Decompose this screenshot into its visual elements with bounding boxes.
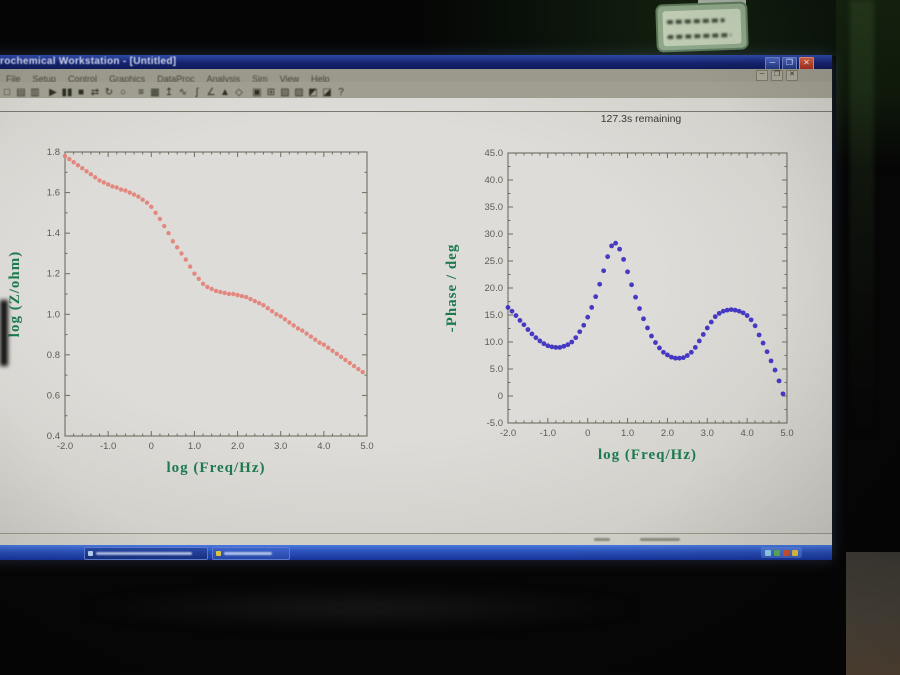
svg-text:1.4: 1.4 — [47, 228, 60, 239]
plot-frame — [507, 152, 788, 424]
svg-text:-5.0: -5.0 — [487, 418, 503, 429]
svg-text:1.0: 1.0 — [188, 441, 201, 452]
svg-text:10.0: 10.0 — [485, 337, 504, 348]
task-button-label-blur — [96, 552, 192, 555]
svg-text:15.0: 15.0 — [485, 310, 504, 321]
svg-text:25.0: 25.0 — [485, 256, 504, 267]
status-text-blur — [594, 538, 610, 541]
svg-text:1.8: 1.8 — [47, 147, 60, 158]
toolbar: □ ▤ ▥ ▶ ▮▮ ■ ⇄ ↻ ○ ≡ ▦ ↥ ∿ ∫ ∠ ▲ ◇ ▣ ⊞ ▧ ▨ ◩ ◪? — [0, 82, 832, 99]
svg-text:-1.0: -1.0 — [540, 428, 556, 439]
task-button-label-blur — [224, 552, 272, 555]
svg-text:0.8: 0.8 — [47, 350, 60, 361]
photo-artifact — [0, 300, 8, 366]
tick-labels: -2.0 -1.0 0 1.0 2.0 3.0 4.0 5.0 1.8 1.6 1.4 1.2 1.0 0… — [47, 147, 374, 452]
wall-reflection — [850, 0, 874, 440]
status-text-blur — [640, 538, 680, 541]
mdi-window-controls: ─ ❐ ✕ — [756, 70, 798, 81]
axis-ticks — [507, 152, 788, 424]
mdi-restore-button[interactable]: ❐ — [771, 70, 783, 81]
sticky-note-paper — [662, 8, 742, 47]
svg-text:0: 0 — [149, 441, 154, 452]
system-tray — [761, 547, 802, 558]
svg-text:1.0: 1.0 — [621, 428, 634, 439]
svg-text:2.0: 2.0 — [661, 428, 674, 439]
data-points — [505, 240, 786, 397]
svg-text:5.0: 5.0 — [360, 441, 373, 452]
svg-text:0: 0 — [498, 391, 503, 402]
svg-text:0.4: 0.4 — [47, 431, 60, 442]
data-points — [62, 153, 365, 375]
svg-text:-1.0: -1.0 — [100, 441, 116, 452]
app-icon — [88, 551, 93, 556]
wall-background — [0, 0, 900, 56]
x-axis-title: log (Freq/Hz) — [167, 460, 266, 476]
plot-frame — [64, 151, 368, 437]
svg-text:1.0: 1.0 — [47, 309, 60, 320]
security-icon[interactable] — [783, 549, 789, 556]
svg-text:1.6: 1.6 — [47, 188, 60, 199]
photo-of-monitor: rochemical Workstation - [Untitled] ─ ❐ … — [0, 0, 900, 675]
svg-text:35.0: 35.0 — [485, 202, 504, 213]
handwritten-sticky-note — [655, 1, 749, 53]
menu-bar: File Setup Control Graphics DataProc Analysis… — [0, 69, 832, 84]
svg-text:20.0: 20.0 — [485, 283, 504, 294]
svg-text:4.0: 4.0 — [317, 441, 330, 452]
bezel-reflection — [70, 586, 650, 630]
tick-labels: -2.0 -1.0 0 1.0 2.0 3.0 4.0 5.0 45.0 40.0 35.0 30.0… — [485, 148, 794, 439]
svg-text:4.0: 4.0 — [741, 428, 754, 439]
window-titlebar: rochemical Workstation - [Untitled] ─ ❐ … — [0, 55, 832, 70]
background-furniture — [846, 552, 900, 675]
svg-text:5.0: 5.0 — [490, 364, 503, 375]
messenger-icon[interactable] — [792, 549, 798, 556]
svg-text:45.0: 45.0 — [485, 148, 504, 159]
svg-text:0: 0 — [585, 428, 590, 439]
monitor-screen: rochemical Workstation - [Untitled] ─ ❐ … — [0, 55, 832, 560]
time-remaining-label: 127.3s remaining — [600, 113, 682, 125]
y-axis-title: -Phase / deg — [444, 244, 460, 333]
taskbar — [0, 545, 832, 560]
svg-text:-2.0: -2.0 — [57, 441, 73, 452]
svg-text:0.6: 0.6 — [47, 390, 60, 401]
panel-divider — [0, 111, 832, 112]
svg-text:1.2: 1.2 — [47, 269, 60, 280]
volume-icon[interactable] — [774, 549, 780, 556]
x-axis-title: log (Freq/Hz) — [598, 447, 697, 463]
axis-ticks — [64, 151, 368, 437]
svg-text:40.0: 40.0 — [485, 175, 504, 186]
mdi-minimize-button[interactable]: ─ — [756, 70, 768, 81]
svg-text:-2.0: -2.0 — [500, 428, 516, 439]
svg-text:3.0: 3.0 — [274, 441, 287, 452]
svg-text:30.0: 30.0 — [485, 229, 504, 240]
task-button-electrochemical-workstation[interactable] — [84, 547, 208, 560]
task-button-secondary[interactable] — [212, 547, 290, 560]
window-title: rochemical Workstation - [Untitled] — [0, 56, 177, 67]
graph-panel: 127.3s remaining -2.0 -1.0 0 1.0 2.0 3.0 4.0 5.… — [0, 98, 832, 533]
mdi-close-button[interactable]: ✕ — [786, 70, 798, 81]
phase-chart-canvas: -2.0 -1.0 0 1.0 2.0 3.0 4.0 5.0 45.0 40.0 35.0 30.0… — [444, 148, 794, 463]
svg-text:5.0: 5.0 — [780, 428, 793, 439]
svg-text:3.0: 3.0 — [701, 428, 714, 439]
svg-text:2.0: 2.0 — [231, 441, 244, 452]
network-icon[interactable] — [765, 549, 771, 556]
magnitude-chart-canvas: -2.0 -1.0 0 1.0 2.0 3.0 4.0 5.0 1.8 1.6 1.4 1.2 1.0 0… — [7, 147, 374, 476]
y-axis-title: log (Z/ohm) — [7, 251, 23, 337]
app-icon — [216, 551, 221, 556]
